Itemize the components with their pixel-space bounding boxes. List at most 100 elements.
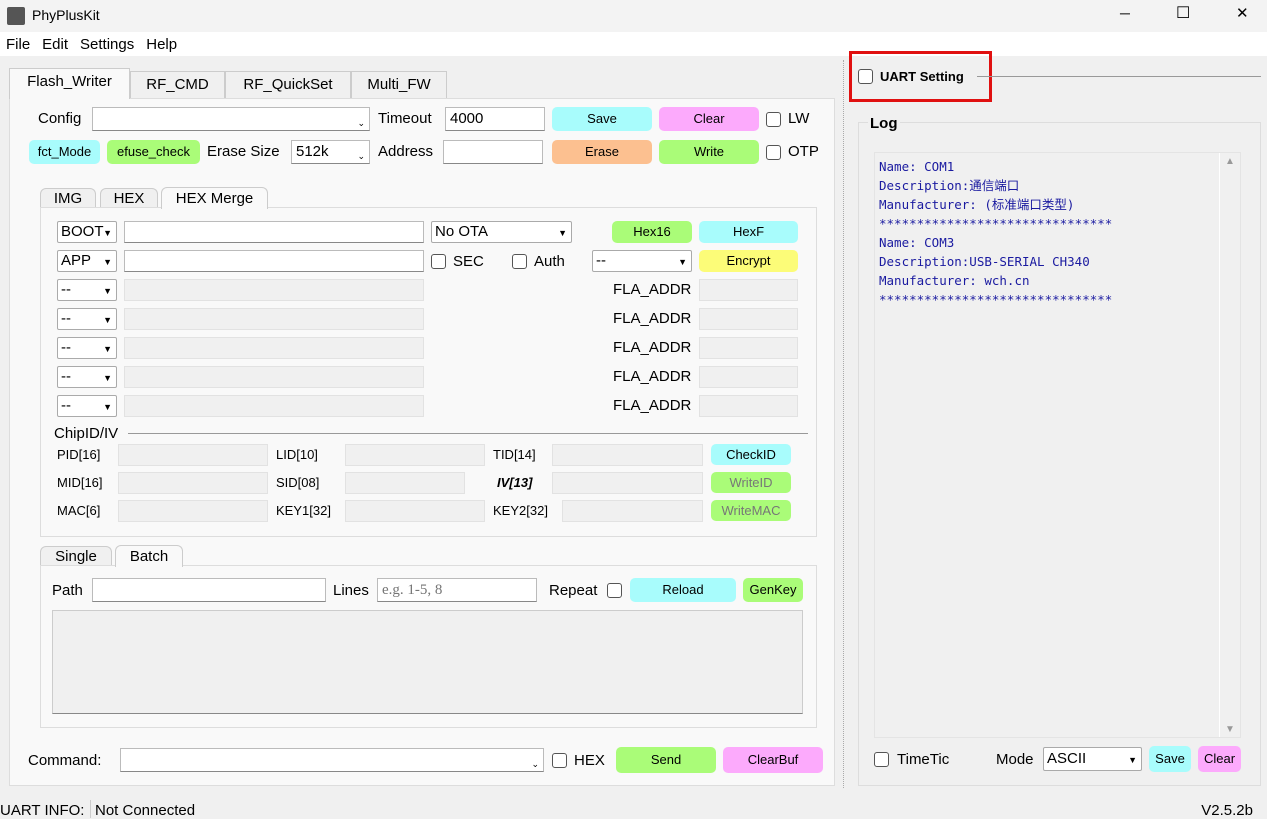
boot-path-input[interactable] bbox=[124, 221, 424, 243]
chevron-down-icon: ⌄ bbox=[357, 151, 365, 161]
hex-type-select[interactable]: -- ▼ bbox=[57, 366, 117, 388]
send-button[interactable]: Send bbox=[616, 747, 716, 773]
log-save-button[interactable]: Save bbox=[1149, 746, 1191, 772]
log-line: Name: COM3 bbox=[879, 235, 955, 250]
checkid-button[interactable]: CheckID bbox=[711, 444, 791, 465]
fla-addr-input[interactable] bbox=[699, 366, 798, 388]
log-scrollbar[interactable]: ▲ ▼ bbox=[1219, 153, 1240, 737]
iv-label: IV[13] bbox=[497, 475, 533, 490]
log-clear-button[interactable]: Clear bbox=[1198, 746, 1241, 772]
sec-label: SEC bbox=[453, 253, 484, 270]
tab-rf-cmd[interactable]: RF_CMD bbox=[130, 71, 225, 99]
otp-checkbox[interactable] bbox=[766, 145, 781, 160]
key1-field[interactable] bbox=[345, 500, 485, 522]
scroll-down-icon[interactable]: ▼ bbox=[1225, 724, 1235, 735]
hex-type-select[interactable]: -- ▼ bbox=[57, 337, 117, 359]
lid-field[interactable] bbox=[345, 444, 485, 466]
path-label: Path bbox=[52, 582, 83, 599]
menu-edit[interactable]: Edit bbox=[42, 36, 68, 53]
hex-type-select[interactable]: -- ▼ bbox=[57, 395, 117, 417]
hex-path-input[interactable] bbox=[124, 308, 424, 330]
writemac-button[interactable]: WriteMAC bbox=[711, 500, 791, 521]
repeat-checkbox[interactable] bbox=[607, 583, 622, 598]
encrypt-button[interactable]: Encrypt bbox=[699, 250, 798, 272]
hex16-button[interactable]: Hex16 bbox=[612, 221, 692, 243]
fla-addr-input[interactable] bbox=[699, 395, 798, 417]
hex-path-input[interactable] bbox=[124, 395, 424, 417]
close-button[interactable]: ✕ bbox=[1236, 4, 1249, 22]
scroll-up-icon[interactable]: ▲ bbox=[1225, 156, 1235, 167]
fla-addr-input[interactable] bbox=[699, 279, 798, 301]
tab-hex[interactable]: HEX bbox=[100, 188, 158, 208]
log-line: ******************************* bbox=[879, 216, 1113, 231]
auth-checkbox[interactable] bbox=[512, 254, 527, 269]
menu-settings[interactable]: Settings bbox=[80, 36, 134, 53]
fla-addr-input[interactable] bbox=[699, 337, 798, 359]
tab-hex-merge[interactable]: HEX Merge bbox=[161, 187, 268, 209]
tab-batch[interactable]: Batch bbox=[115, 545, 183, 567]
log-line: ******************************* bbox=[879, 292, 1113, 307]
tab-flash-writer[interactable]: Flash_Writer bbox=[9, 68, 130, 99]
sid-field[interactable] bbox=[345, 472, 465, 494]
tab-img[interactable]: IMG bbox=[40, 188, 96, 208]
sec-checkbox[interactable] bbox=[431, 254, 446, 269]
uart-setting-checkbox[interactable] bbox=[858, 69, 873, 84]
hex-checkbox[interactable] bbox=[552, 753, 567, 768]
fla-addr-input[interactable] bbox=[699, 308, 798, 330]
boot-type-select[interactable]: BOOT ▼ bbox=[57, 221, 117, 243]
fla-addr-label: FLA_ADDR bbox=[613, 368, 692, 385]
tab-single[interactable]: Single bbox=[40, 546, 112, 566]
timetic-checkbox[interactable] bbox=[874, 752, 889, 767]
lines-input[interactable] bbox=[377, 578, 537, 602]
fct-mode-button[interactable]: fct_Mode bbox=[29, 140, 100, 164]
key2-field[interactable] bbox=[562, 500, 703, 522]
tid-field[interactable] bbox=[552, 444, 703, 466]
hex-type-select[interactable]: -- ▼ bbox=[57, 279, 117, 301]
hex-path-input[interactable] bbox=[124, 279, 424, 301]
path-input[interactable] bbox=[92, 578, 326, 602]
efuse-check-button[interactable]: efuse_check bbox=[107, 140, 200, 164]
save-button[interactable]: Save bbox=[552, 107, 652, 131]
iv-field[interactable] bbox=[552, 472, 703, 494]
clear-button[interactable]: Clear bbox=[659, 107, 759, 131]
mid-field[interactable] bbox=[118, 472, 268, 494]
mode-select[interactable]: ASCII ▼ bbox=[1043, 747, 1142, 771]
maximize-button[interactable]: ☐ bbox=[1176, 3, 1190, 23]
genkey-button[interactable]: GenKey bbox=[743, 578, 803, 602]
encrypt-select[interactable]: -- ▼ bbox=[592, 250, 692, 272]
timeout-input[interactable]: 4000 bbox=[445, 107, 545, 131]
log-text-area[interactable]: Name: COM1 Description:通信端口 Manufacturer: … bbox=[874, 152, 1241, 738]
clearbuf-button[interactable]: ClearBuf bbox=[723, 747, 823, 773]
splitter-handle[interactable] bbox=[843, 60, 846, 788]
menu-file[interactable]: File bbox=[6, 36, 30, 53]
minimize-button[interactable]: ─ bbox=[1120, 5, 1130, 21]
lw-checkbox[interactable] bbox=[766, 112, 781, 127]
command-input[interactable]: ⌄ bbox=[120, 748, 544, 772]
mac-field[interactable] bbox=[118, 500, 268, 522]
menu-help[interactable]: Help bbox=[146, 36, 177, 53]
erase-button[interactable]: Erase bbox=[552, 140, 652, 164]
repeat-label: Repeat bbox=[549, 582, 598, 599]
config-select[interactable]: ⌄ bbox=[92, 107, 370, 131]
command-label: Command: bbox=[28, 752, 102, 769]
batch-text-area[interactable] bbox=[52, 610, 803, 714]
app-path-input[interactable] bbox=[124, 250, 424, 272]
hex-path-input[interactable] bbox=[124, 337, 424, 359]
hexf-button[interactable]: HexF bbox=[699, 221, 798, 243]
pid-field[interactable] bbox=[118, 444, 268, 466]
tab-rf-quickset[interactable]: RF_QuickSet bbox=[225, 71, 351, 99]
title-bar: PhyPlusKit ─ ☐ ✕ bbox=[0, 0, 1267, 32]
hex-type-select[interactable]: -- ▼ bbox=[57, 308, 117, 330]
writeid-button[interactable]: WriteID bbox=[711, 472, 791, 493]
erase-size-select[interactable]: 512k ⌄ bbox=[291, 140, 370, 164]
address-input[interactable] bbox=[443, 140, 543, 164]
app-type-select[interactable]: APP ▼ bbox=[57, 250, 117, 272]
reload-button[interactable]: Reload bbox=[630, 578, 736, 602]
fla-addr-label: FLA_ADDR bbox=[613, 310, 692, 327]
tab-multi-fw[interactable]: Multi_FW bbox=[351, 71, 447, 99]
divider bbox=[977, 76, 1261, 77]
divider bbox=[128, 433, 808, 434]
ota-select[interactable]: No OTA ▼ bbox=[431, 221, 572, 243]
write-button[interactable]: Write bbox=[659, 140, 759, 164]
hex-path-input[interactable] bbox=[124, 366, 424, 388]
